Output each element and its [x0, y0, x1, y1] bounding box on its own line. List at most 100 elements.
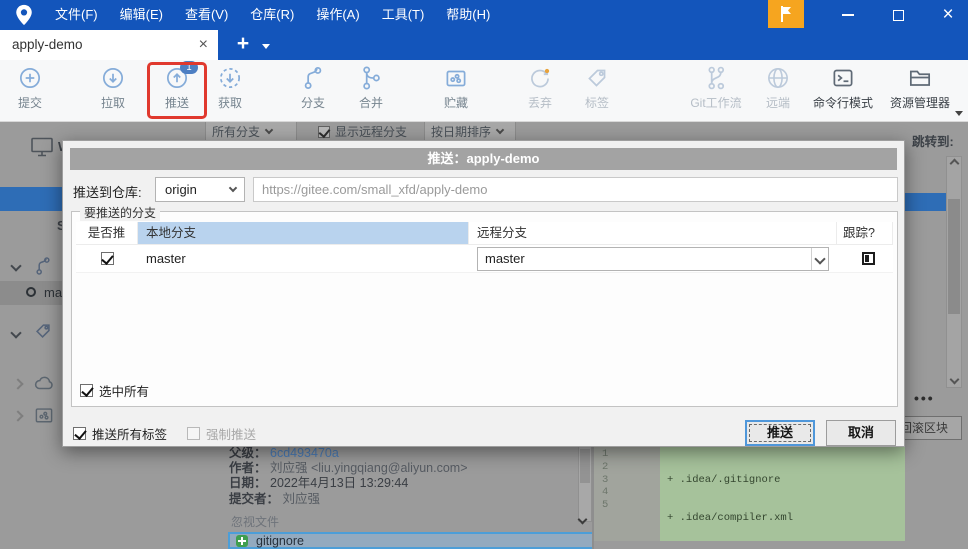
- toolbar-commit-label: 提交: [17, 96, 42, 110]
- chevron-down-icon: [228, 183, 238, 193]
- scrollbar-thumb[interactable]: [580, 449, 590, 483]
- tab-dropdown-icon[interactable]: [262, 44, 270, 49]
- line-number: 3: [602, 473, 609, 486]
- monitor-icon: [31, 137, 53, 157]
- committer-label: 提交者：: [229, 491, 280, 506]
- menu-actions[interactable]: 操作(A): [305, 0, 370, 30]
- sort-filter-dropdown[interactable]: 按日期排序: [424, 122, 516, 141]
- flag-icon: [781, 6, 791, 22]
- menu-file[interactable]: 文件(F): [44, 0, 109, 30]
- select-all-checkbox[interactable]: [80, 384, 93, 397]
- graph-scrollbar[interactable]: [946, 156, 962, 388]
- sidebar-tags-chevron-icon[interactable]: [10, 327, 22, 339]
- column-track[interactable]: 跟踪?: [837, 222, 893, 245]
- menu-help[interactable]: 帮助(H): [435, 0, 501, 30]
- toolbar-tag-label: 标签: [584, 96, 609, 110]
- cancel-button[interactable]: 取消: [826, 420, 896, 446]
- toolbar-overflow-icon[interactable]: [955, 111, 963, 116]
- push-to-repo-label: 推送到仓库:: [73, 185, 142, 200]
- remote-branch-combobox[interactable]: master: [477, 246, 829, 271]
- toolbar-fetch-label: 获取: [217, 96, 242, 110]
- file-sort-dropdown[interactable]: 忽视文件: [231, 513, 279, 530]
- column-push[interactable]: 是否推: [76, 222, 138, 245]
- scroll-down-icon[interactable]: [949, 374, 960, 385]
- flag-annotation-button[interactable]: [768, 0, 804, 28]
- tag-icon: [557, 64, 637, 94]
- diff-line-numbers: 1 2 3 4 5: [594, 446, 660, 541]
- tab-apply-demo[interactable]: apply-demo ×: [0, 30, 218, 60]
- tab-close-icon[interactable]: ×: [199, 30, 208, 59]
- show-remote-checkbox[interactable]: [318, 125, 330, 138]
- more-options-button[interactable]: •••: [914, 390, 935, 406]
- sidebar-stash-icon: [35, 408, 53, 423]
- toolbar-stash-label: 贮藏: [443, 96, 468, 110]
- parent-hash-link[interactable]: 6cd493470a: [270, 446, 339, 460]
- push-all-tags-group[interactable]: 推送所有标签: [73, 424, 167, 443]
- close-button[interactable]: ×: [926, 0, 968, 30]
- menu-tools[interactable]: 工具(T): [371, 0, 436, 30]
- commit-committer-row: 提交者： 刘应强: [229, 492, 468, 507]
- date-label: 日期：: [229, 476, 267, 491]
- fetch-icon: [190, 64, 270, 94]
- toolbar-terminal-button[interactable]: 命令行模式: [803, 64, 883, 111]
- remote-select-value: origin: [165, 182, 197, 197]
- toolbar-merge-label: 合并: [358, 96, 383, 110]
- column-remote-branch[interactable]: 远程分支: [469, 222, 837, 245]
- show-remote-checkbox-group[interactable]: 显示远程分支: [318, 123, 407, 140]
- toolbar-stash-button[interactable]: 贮藏: [416, 64, 496, 111]
- toolbar-merge-button[interactable]: 合并: [331, 64, 411, 111]
- file-list-item-gitignore[interactable]: gitignore: [228, 532, 594, 549]
- track-status-icon[interactable]: [861, 252, 875, 265]
- sidebar-workspace-item[interactable]: W: [30, 136, 70, 158]
- sidebar-branches-chevron-icon[interactable]: [10, 260, 22, 272]
- menu-view[interactable]: 查看(V): [174, 0, 239, 30]
- column-local-branch[interactable]: 本地分支: [138, 222, 469, 245]
- toolbar-fetch-button[interactable]: 获取: [190, 64, 270, 111]
- force-push-checkbox[interactable]: [187, 427, 200, 440]
- toolbar-terminal-label: 命令行模式: [812, 96, 873, 110]
- terminal-icon: [803, 64, 883, 94]
- minimize-icon: [842, 14, 854, 16]
- new-tab-button[interactable]: +: [230, 30, 256, 60]
- sidebar-remotes-chevron-icon[interactable]: [12, 378, 24, 390]
- select-all-group[interactable]: 选中所有: [80, 381, 149, 400]
- menu-edit[interactable]: 编辑(E): [109, 0, 174, 30]
- tab-bar: apply-demo × +: [0, 30, 968, 60]
- commit-details-panel: 父级： 6cd493470a 作者： 刘应强 <liu.yingqiang@al…: [229, 446, 468, 507]
- sidebar-stash-chevron-icon[interactable]: [12, 410, 24, 422]
- commit-date-row: 日期： 2022年4月13日 13:29:44: [229, 476, 468, 491]
- maximize-button[interactable]: [876, 0, 920, 30]
- commit-author-row: 作者： 刘应强 <liu.yingqiang@aliyun.com>: [229, 461, 468, 476]
- combobox-dropdown-icon[interactable]: [811, 247, 828, 270]
- remote-branch-value: master: [485, 250, 525, 266]
- main-toolbar: 提交 拉取 1 推送 获取 分支 合并 贮藏 丢弃 标签 Git工作流 远端 命…: [0, 60, 968, 122]
- line-number: 4: [602, 486, 609, 499]
- parent-label: 父级：: [229, 446, 267, 460]
- force-push-group[interactable]: 强制推送: [187, 424, 256, 443]
- toolbar-tag-button[interactable]: 标签: [557, 64, 637, 111]
- diff-added-lines: + .idea/.gitignore + .idea/compiler.xml …: [660, 446, 905, 541]
- push-branch-checkbox[interactable]: [100, 252, 114, 265]
- commit-icon: [0, 64, 70, 94]
- branches-group-label: 要推送的分支: [80, 204, 161, 221]
- push-button[interactable]: 推送: [745, 420, 815, 446]
- close-icon: ×: [942, 4, 954, 25]
- repo-url-field[interactable]: https://gitee.com/small_xfd/apply-demo: [253, 177, 898, 202]
- push-all-tags-checkbox[interactable]: [73, 427, 86, 440]
- remote-select[interactable]: origin: [155, 177, 245, 202]
- toolbar-commit-button[interactable]: 提交: [0, 64, 70, 111]
- sort-filter-label: 按日期排序: [431, 124, 492, 139]
- scrollbar-thumb[interactable]: [948, 199, 960, 314]
- branch-filter-dropdown[interactable]: 所有分支: [205, 122, 297, 141]
- force-push-label: 强制推送: [206, 428, 257, 442]
- scroll-up-icon[interactable]: [949, 158, 960, 169]
- commit-panel-scrollbar[interactable]: [578, 446, 592, 522]
- graph-selected-row-fragment: [905, 193, 946, 211]
- push-all-tags-label: 推送所有标签: [92, 428, 168, 442]
- toolbar-explorer-button[interactable]: 资源管理器: [880, 64, 960, 111]
- menu-repository[interactable]: 仓库(R): [239, 0, 305, 30]
- sidebar-tag-icon: [35, 324, 50, 339]
- minimize-button[interactable]: [826, 0, 870, 30]
- line-number: 1: [602, 448, 609, 460]
- app-window: 文件(F) 编辑(E) 查看(V) 仓库(R) 操作(A) 工具(T) 帮助(H…: [0, 0, 968, 549]
